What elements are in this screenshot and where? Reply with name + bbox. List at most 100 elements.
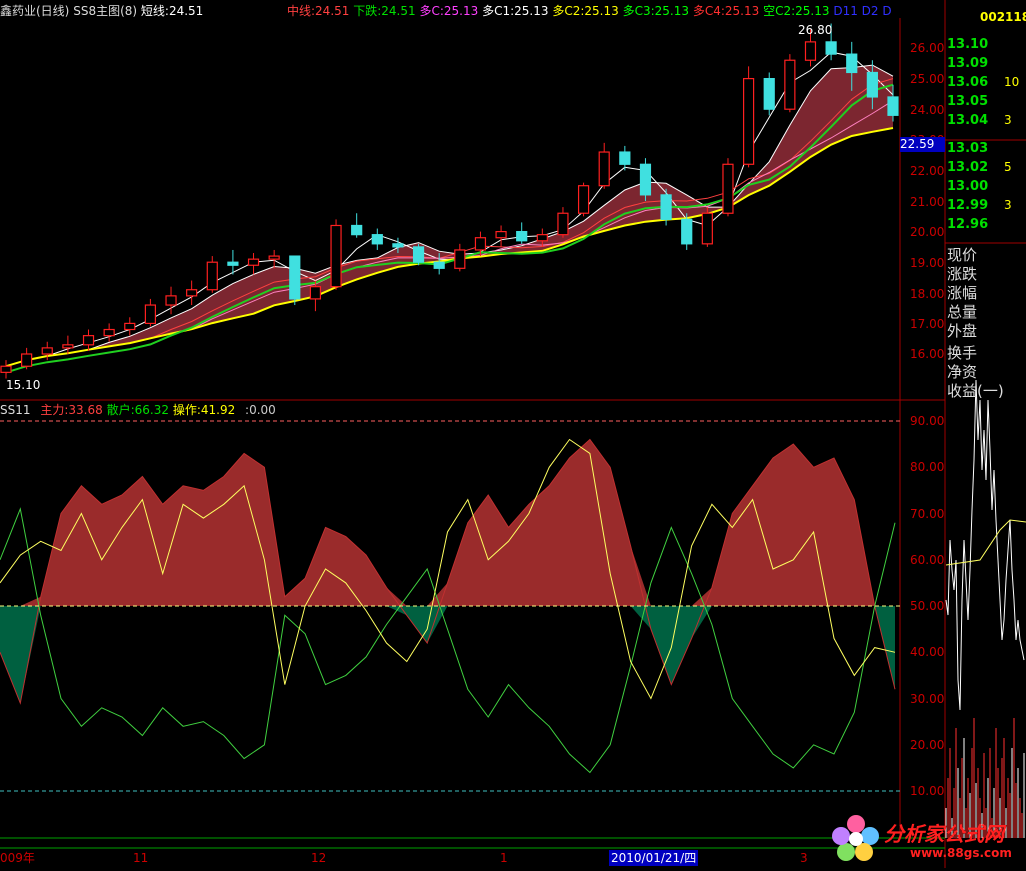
quote-label: 现价 [947, 246, 978, 264]
ma-line-3 [5, 51, 894, 367]
stock-title: 鑫药业(日线) [0, 4, 70, 18]
header-item: 多C4:25.13 [692, 4, 760, 18]
osc-tick: 40.00 [910, 645, 945, 659]
quote-label: 涨跌 [947, 265, 978, 283]
header-item: D2 [861, 4, 879, 18]
quote-row: 13.06 10 [947, 75, 1020, 90]
candle-body [557, 212, 569, 236]
candle-body [351, 224, 363, 236]
candle-body [701, 212, 713, 245]
header-item: 短线:24.51 [140, 4, 204, 18]
header-item: D [882, 4, 892, 18]
sub-item: :0.00 [245, 403, 276, 417]
quote-row: 13.10 [947, 37, 989, 52]
candle-body [536, 234, 548, 242]
logo-text: 分析家公式网 [884, 822, 1004, 846]
candle-body [866, 71, 878, 98]
candle-body [0, 365, 12, 373]
quote-label: 总量 [947, 303, 978, 321]
candle-body [784, 59, 796, 110]
quote-label: 外盘 [947, 322, 978, 340]
osc-tick: 30.00 [910, 692, 945, 706]
indicator-name: SS8主图(8) [73, 4, 138, 18]
candle-body [392, 243, 404, 248]
header-item: 多C1:25.13 [482, 4, 549, 18]
quote-row: 12.99 3 [947, 198, 1012, 213]
candle-body [639, 163, 652, 196]
candle-body [474, 237, 487, 251]
osc-tick: 60.00 [910, 553, 945, 567]
price-tick: 26.00 [910, 41, 945, 55]
side-mini-chart-layer [945, 379, 1026, 838]
candle-body [577, 185, 590, 214]
candle-body [763, 77, 775, 110]
header-item: 多C3:25.13 [622, 4, 689, 18]
candle-body [598, 151, 610, 187]
candle-body [743, 77, 755, 165]
main-force-area-down [0, 606, 895, 704]
osc-tick: 80.00 [910, 460, 945, 474]
price-tick: 17.00 [910, 317, 945, 331]
candle-body [144, 304, 156, 325]
osc-tick: 20.00 [910, 738, 945, 752]
candle-body [825, 41, 837, 55]
price-tick: 25.00 [910, 72, 945, 86]
candle-body [103, 328, 115, 337]
header-item: D11 [833, 4, 858, 18]
candle-body [206, 261, 218, 291]
quote-row: 13.09 [947, 56, 989, 71]
ma-line-13 [5, 127, 894, 368]
time-label: 12 [311, 851, 327, 865]
candle-body [804, 41, 817, 61]
osc-tick: 70.00 [910, 507, 945, 521]
header-item: 下跌:24.51 [353, 4, 416, 18]
time-cursor-label: 2010/01/21/四 [609, 850, 699, 866]
time-label: 1 [500, 851, 508, 865]
candle-body [309, 286, 322, 300]
price-tick: 16.00 [910, 347, 945, 361]
stock-code[interactable]: 002118 [980, 9, 1026, 25]
candle-body [268, 255, 280, 260]
header-item: 多C2:25.13 [552, 4, 619, 18]
quote-label: 换手 [947, 344, 978, 362]
candle-body [495, 231, 507, 239]
price-tick: 18.00 [910, 287, 945, 301]
chart-canvas [0, 0, 1026, 868]
candle-body [433, 261, 445, 269]
quote-row: 13.04 3 [947, 113, 1012, 128]
sub-item: 散户:66.32 [106, 403, 169, 417]
trend-line-down [5, 83, 894, 374]
candle-body [227, 261, 239, 266]
price-tick: 22.00 [910, 164, 945, 178]
candle-body [62, 344, 74, 349]
quote-row: 13.03 [947, 141, 989, 156]
price-tick: 19.00 [910, 256, 945, 270]
high-marker: 26.80 [798, 23, 833, 37]
ma-line-10 [5, 100, 894, 367]
logo-url: www.88gs.com [910, 846, 1012, 860]
quote-label: 涨幅 [947, 284, 978, 302]
candle-body [681, 218, 693, 245]
intraday-price-line [945, 379, 1025, 711]
osc-tick: 90.00 [910, 414, 945, 428]
candle-body [846, 53, 858, 74]
low-marker: 15.10 [6, 378, 41, 392]
quote-row: 13.05 [947, 94, 989, 109]
time-label: 3 [800, 851, 808, 865]
header-item: 空C2:25.13 [763, 4, 830, 18]
price-tick: 20.00 [910, 225, 945, 239]
osc-tick: 10.00 [910, 784, 945, 798]
ma-ribbon [6, 65, 893, 367]
candle-body [887, 96, 899, 116]
header-item: 多C:25.13 [419, 4, 479, 18]
candle-body [124, 322, 136, 331]
quote-row: 13.00 [947, 179, 989, 194]
candle-body [186, 289, 198, 297]
ma-line-5 [5, 64, 894, 367]
main-header-right: 中线:24.51 下跌:24.51 多C:25.13 多C1:25.13 多C2… [287, 3, 892, 19]
ma-line-8 [5, 78, 894, 367]
candle-body [41, 347, 53, 355]
time-label: 11 [133, 851, 149, 865]
time-label: 009年 [0, 851, 35, 865]
candle-body [371, 234, 383, 245]
